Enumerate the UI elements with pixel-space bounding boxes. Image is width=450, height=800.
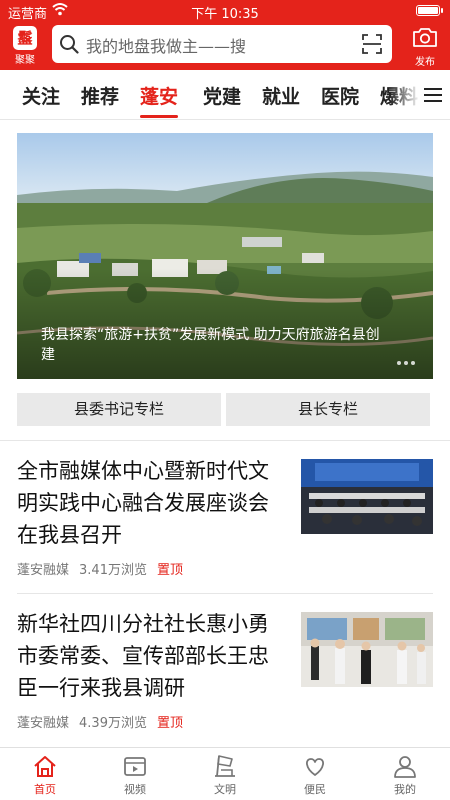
news-meta: 蓬安融媒 4.39万浏览 置顶 xyxy=(17,712,183,731)
camera-icon xyxy=(413,28,437,47)
status-time: 下午 10:35 xyxy=(191,7,259,22)
banner-caption: 我县探索“旅游+扶贫”发展新模式 助力天府旅游名县创建 xyxy=(41,327,380,363)
app-logo[interactable]: 䰔 聚聚 xyxy=(10,26,40,66)
nav-mine[interactable]: 我的 xyxy=(375,753,435,797)
status-bar: 运营商 下午 10:35 xyxy=(0,0,450,22)
publish-label: 发布 xyxy=(415,57,435,68)
secretary-column-button[interactable]: 县委书记专栏 xyxy=(17,393,221,426)
nav-mine-label: 我的 xyxy=(394,783,416,796)
tab-hospital[interactable]: 医院 xyxy=(321,82,359,109)
search-input[interactable]: 我的地盘我做主——搜 xyxy=(52,25,392,63)
county-head-column-button[interactable]: 县长专栏 xyxy=(226,393,430,426)
heart-icon xyxy=(306,758,324,776)
news-thumbnail xyxy=(301,612,433,687)
tab-follow[interactable]: 关注 xyxy=(22,82,60,109)
news-item[interactable]: 全市融媒体中心暨新时代文明实践中心融合发展座谈会在我县召开 蓬安融媒 3.41万浏… xyxy=(17,455,433,585)
news-thumbnail xyxy=(301,459,433,534)
divider xyxy=(17,593,433,594)
tab-fade xyxy=(390,70,420,119)
logo-label: 聚聚 xyxy=(15,55,35,66)
news-source: 蓬安融媒 xyxy=(17,563,70,578)
news-source: 蓬安融媒 xyxy=(17,716,70,731)
publish-button[interactable]: 发布 xyxy=(408,26,442,68)
nav-civilization-label: 文明 xyxy=(214,783,236,796)
pinned-badge: 置顶 xyxy=(156,563,183,578)
app-header: 运营商 下午 10:35 䰔 聚聚 我的地盘我做主——搜 发布 xyxy=(0,0,450,70)
home-icon xyxy=(34,756,56,777)
pinned-badge: 置顶 xyxy=(156,716,183,731)
nav-video-label: 视频 xyxy=(124,783,146,796)
divider xyxy=(0,440,450,441)
search-icon xyxy=(60,35,79,54)
nav-video[interactable]: 视频 xyxy=(105,753,165,797)
news-meta: 蓬安融媒 3.41万浏览 置顶 xyxy=(17,559,183,578)
tab-party[interactable]: 党建 xyxy=(203,82,241,109)
tab-pengan[interactable]: 蓬安 xyxy=(140,82,179,118)
bottom-nav: 首页 视频 文明 便民 我的 xyxy=(0,747,450,800)
tab-employment[interactable]: 就业 xyxy=(262,82,300,109)
nav-home-label: 首页 xyxy=(34,783,56,796)
video-icon xyxy=(124,757,146,776)
nav-home[interactable]: 首页 xyxy=(15,753,75,797)
news-title: 全市融媒体中心暨新时代文明实践中心融合发展座谈会在我县召开 xyxy=(17,459,269,547)
news-title: 新华社四川分社社长惠小勇市委常委、宣传部部长王忠臣一行来我县调研 xyxy=(17,612,269,700)
category-tabs: 关注 推荐 蓬安 党建 就业 医院 爆料 xyxy=(0,70,450,120)
news-views: 3.41万浏览 xyxy=(79,563,147,578)
scan-icon[interactable] xyxy=(362,34,382,54)
banner-carousel[interactable]: 我县探索“旅游+扶贫”发展新模式 助力天府旅游名县创建 xyxy=(17,133,433,379)
search-placeholder: 我的地盘我做主——搜 xyxy=(86,37,247,56)
user-icon xyxy=(394,756,416,778)
logo-mark: 䰔 xyxy=(13,26,37,50)
carousel-dots xyxy=(394,350,415,369)
menu-icon[interactable] xyxy=(424,87,442,103)
battery-icon xyxy=(416,5,443,16)
news-item[interactable]: 新华社四川分社社长惠小勇市委常委、宣传部部长王忠臣一行来我县调研 蓬安融媒 4.3… xyxy=(17,608,433,738)
civilization-icon xyxy=(215,755,235,777)
tab-recommend[interactable]: 推荐 xyxy=(81,82,119,109)
nav-convenience-label: 便民 xyxy=(304,783,326,796)
nav-civilization[interactable]: 文明 xyxy=(195,753,255,797)
news-views: 4.39万浏览 xyxy=(79,716,147,731)
nav-convenience[interactable]: 便民 xyxy=(285,753,345,797)
